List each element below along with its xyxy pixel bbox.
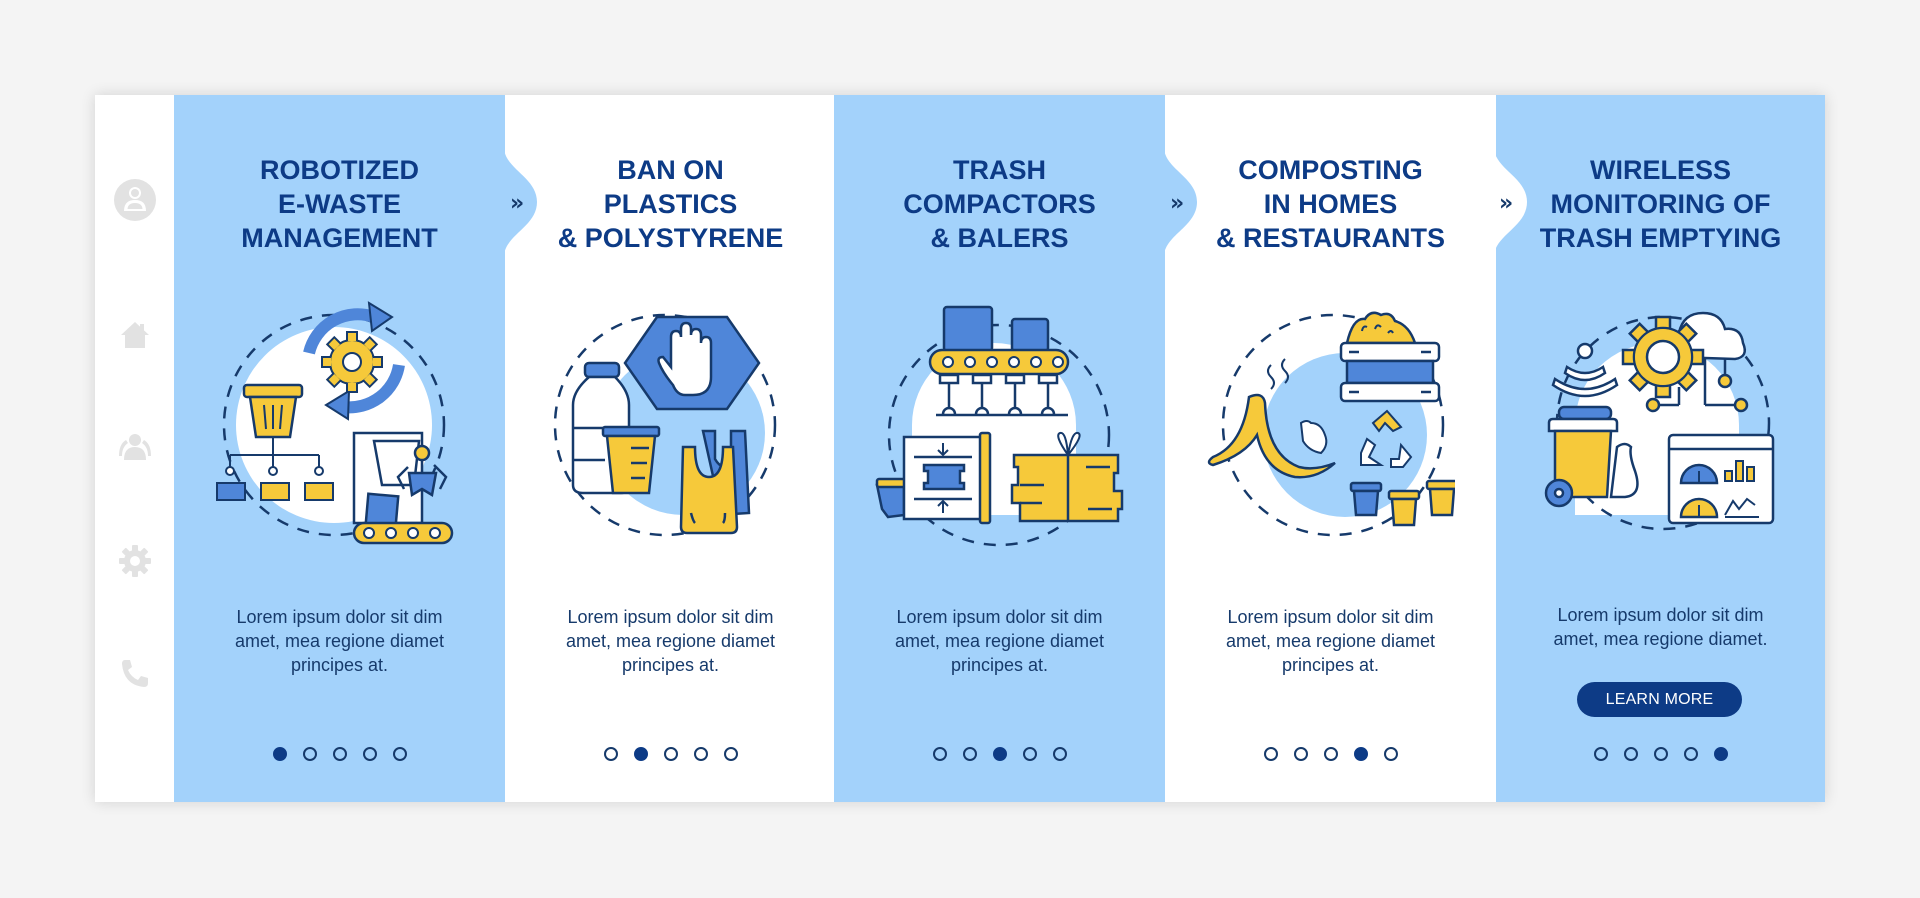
panel-trash-compactors: » TRASH COMPACTORS & BALERS Lorem ipsum … <box>834 95 1197 802</box>
trash-compactor-illustration <box>875 305 1124 547</box>
panel-title: ROBOTIZED E-WASTE MANAGEMENT <box>174 153 505 255</box>
panel-wireless-monitoring: WIRELESS MONITORING OF TRASH EMPTYING Lo… <box>1495 95 1825 802</box>
panel-title: BAN ON PLASTICS & POLYSTYRENE <box>505 153 836 255</box>
description-line: principes at. <box>950 655 1049 675</box>
description-line: amet, mea regione diamet. <box>1553 629 1768 649</box>
description-line: Lorem ipsum dolor sit dim <box>236 607 443 627</box>
phone-icon[interactable] <box>95 655 174 691</box>
onboarding-card: » ROBOTIZED E-WASTE MANAGEMENT Lorem ips… <box>95 95 1825 802</box>
page-dot-1[interactable] <box>603 747 618 761</box>
robotized-e-waste-illustration <box>216 301 454 545</box>
dashboard-icon <box>1667 433 1775 525</box>
description-line: amet, mea regione diamet <box>1225 631 1436 651</box>
panel-title: TRASH COMPACTORS & BALERS <box>834 153 1165 255</box>
description-line: Lorem ipsum dolor sit dim <box>567 607 774 627</box>
title-line: WIRELESS <box>1589 155 1731 185</box>
description-line: Lorem ipsum dolor sit dim <box>896 607 1103 627</box>
page-dot-1[interactable] <box>1593 747 1608 761</box>
page-dot-1[interactable] <box>1263 747 1278 761</box>
title-line: COMPOSTING <box>1238 155 1423 185</box>
page-dot-3[interactable] <box>663 747 678 761</box>
description-line: principes at. <box>621 655 720 675</box>
panel-robotized-e-waste: » ROBOTIZED E-WASTE MANAGEMENT Lorem ips… <box>174 95 537 802</box>
page-dot-1[interactable] <box>272 747 287 761</box>
title-line: MANAGEMENT <box>241 223 438 253</box>
page-dot-3[interactable] <box>332 747 347 761</box>
description-line: principes at. <box>1281 655 1380 675</box>
page-dot-2[interactable] <box>1623 747 1638 761</box>
panel-description: Lorem ipsum dolor sit dim amet, mea regi… <box>1165 605 1496 677</box>
title-line: ROBOTIZED <box>260 155 419 185</box>
page-dot-5[interactable] <box>1052 747 1067 761</box>
composting-illustration <box>1207 311 1455 537</box>
title-line: IN HOMES <box>1263 189 1398 219</box>
panel-description: Lorem ipsum dolor sit dim amet, mea regi… <box>834 605 1165 677</box>
compactor-machine-icon <box>875 431 992 525</box>
learn-more-button[interactable]: LEARN MORE <box>1577 682 1742 717</box>
page-dot-4[interactable] <box>693 747 708 761</box>
home-icon[interactable] <box>95 317 174 353</box>
description-line: Lorem ipsum dolor sit dim <box>1557 605 1764 625</box>
page-dot-5[interactable] <box>723 747 738 761</box>
title-line: & POLYSTYRENE <box>557 223 784 253</box>
pagination-dots <box>834 747 1165 761</box>
next-arrow-icon[interactable]: » <box>1499 191 1513 216</box>
description-line: principes at. <box>290 655 389 675</box>
title-line: E-WASTE <box>277 189 401 219</box>
page-dot-2[interactable] <box>302 747 317 761</box>
title-line: & BALERS <box>930 223 1069 253</box>
gear-icon <box>1621 315 1705 399</box>
title-line: TRASH <box>953 155 1046 185</box>
panel-description: Lorem ipsum dolor sit dim amet, mea regi… <box>174 605 505 677</box>
page-dot-5[interactable] <box>1713 747 1728 761</box>
title-line: & RESTAURANTS <box>1216 223 1445 253</box>
next-arrow-icon[interactable]: » <box>510 191 524 216</box>
page-dot-1[interactable] <box>932 747 947 761</box>
panel-composting: » COMPOSTING IN HOMES & RESTAURANTS Lore… <box>1165 95 1527 802</box>
description-line: Lorem ipsum dolor sit dim <box>1227 607 1434 627</box>
description-line: amet, mea regione diamet <box>565 631 776 651</box>
robot-arm-icon <box>352 431 454 545</box>
title-line: PLASTICS <box>603 189 738 219</box>
plastic-cup-icon <box>601 425 661 495</box>
next-arrow-icon[interactable]: » <box>1170 191 1184 216</box>
description-line: amet, mea regione diamet <box>894 631 1105 651</box>
description-line: amet, mea regione diamet <box>234 631 445 651</box>
page-dot-4[interactable] <box>362 747 377 761</box>
page-dot-4[interactable] <box>1353 747 1368 761</box>
page-dot-2[interactable] <box>633 747 648 761</box>
page-dot-4[interactable] <box>1683 747 1698 761</box>
pagination-dots <box>505 747 836 761</box>
title-line: BAN ON <box>617 155 724 185</box>
page-dot-5[interactable] <box>1383 747 1398 761</box>
gear-icon[interactable] <box>95 543 174 579</box>
sidebar <box>95 95 175 802</box>
group-icon[interactable] <box>95 428 174 464</box>
page-dot-3[interactable] <box>1653 747 1668 761</box>
page-dot-5[interactable] <box>392 747 407 761</box>
panel-title: COMPOSTING IN HOMES & RESTAURANTS <box>1165 153 1496 255</box>
page-dot-2[interactable] <box>962 747 977 761</box>
page-dot-3[interactable] <box>1323 747 1338 761</box>
panel-title: WIRELESS MONITORING OF TRASH EMPTYING <box>1495 153 1825 255</box>
panel-plastics-ban: » BAN ON PLASTICS & POLYSTYRENE <box>505 95 867 802</box>
plastic-ban-illustration <box>553 313 777 537</box>
user-icon[interactable] <box>95 179 174 221</box>
pagination-dots <box>1165 747 1496 761</box>
page-dot-2[interactable] <box>1293 747 1308 761</box>
page-dot-3[interactable] <box>992 747 1007 761</box>
compost-crate-icon <box>1339 311 1441 403</box>
pagination-dots <box>1495 747 1825 761</box>
title-line: TRASH EMPTYING <box>1539 223 1782 253</box>
gear-icon <box>321 331 383 393</box>
pagination-dots <box>174 747 505 761</box>
title-line: COMPACTORS <box>903 189 1096 219</box>
plastic-bag-icon <box>679 429 751 535</box>
title-line: MONITORING OF <box>1550 189 1771 219</box>
page-dot-4[interactable] <box>1022 747 1037 761</box>
panel-description: Lorem ipsum dolor sit dim amet, mea regi… <box>505 605 836 677</box>
panel-description: Lorem ipsum dolor sit dim amet, mea regi… <box>1495 603 1825 651</box>
wireless-monitoring-illustration <box>1544 311 1775 531</box>
